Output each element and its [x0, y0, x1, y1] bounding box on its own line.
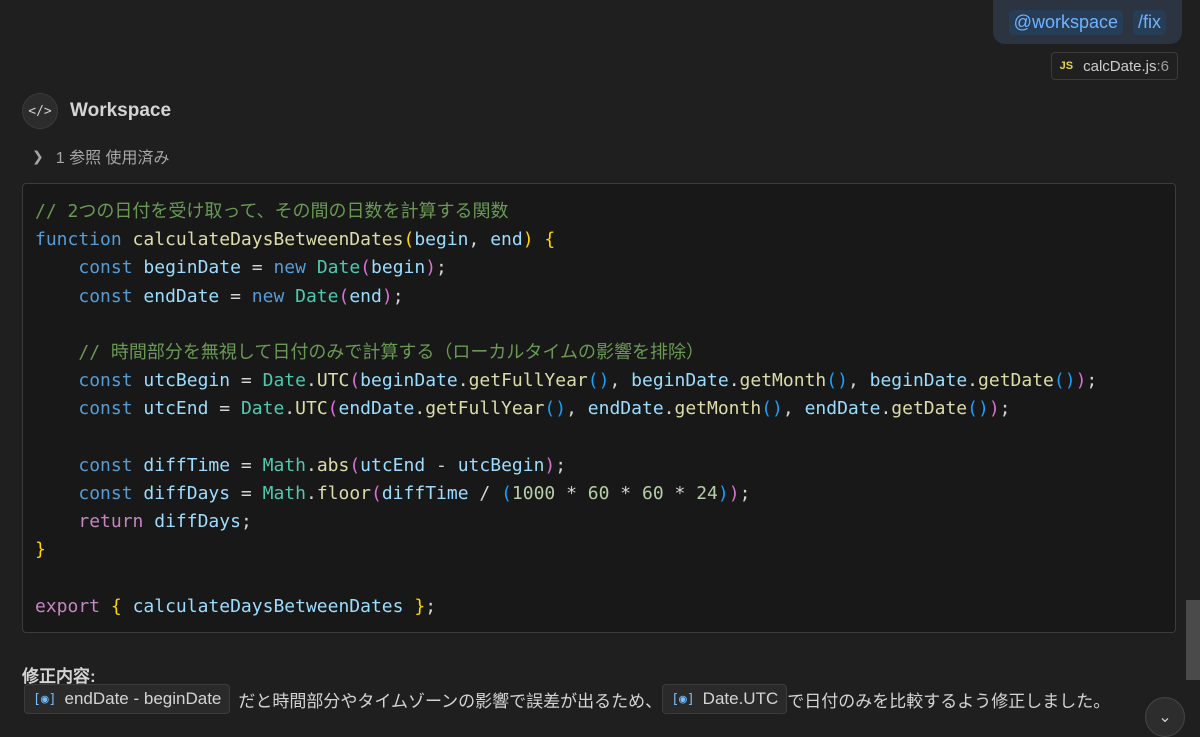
code-line: const diffTime = Math.abs(utcEnd - utcBe… [78, 454, 567, 476]
command-chip[interactable]: /fix [1132, 9, 1166, 35]
symbol-icon: [◉] [671, 691, 695, 707]
code-line: return diffDays; [78, 511, 252, 533]
workspace-name: Workspace [70, 100, 172, 121]
summary-text: [◉] endDate - beginDate だと時間部分やタイムゾーンの影響… [24, 684, 1110, 714]
file-reference[interactable]: JS calcDate.js:6 [1050, 52, 1178, 80]
references-toggle[interactable]: ❯ 1 参照 使用済み [32, 144, 170, 168]
code-line: } [35, 539, 46, 561]
code-icon: </> [22, 93, 58, 129]
js-file-icon: JS [1059, 60, 1074, 72]
chevron-down-icon: ⌄ [1158, 709, 1172, 726]
code-line: const diffDays = Math.floor(diffTime / (… [78, 482, 751, 504]
code-line: export { calculateDaysBetweenDates }; [35, 595, 437, 617]
symbol-icon: [◉] [33, 691, 57, 707]
code-line: const utcEnd = Date.UTC(endDate.getFullY… [78, 398, 1011, 420]
references-label: 1 参照 使用済み [55, 150, 170, 167]
code-line: const beginDate = new Date(begin); [78, 257, 447, 279]
summary-text-part: だと時間部分やタイムゾーンの影響で誤差が出るため、 [238, 691, 663, 711]
user-request-bubble: @workspace /fix [992, 0, 1182, 44]
scroll-down-button[interactable]: ⌄ [1145, 697, 1185, 737]
scrollbar-thumb[interactable] [1186, 600, 1200, 680]
workspace-header: </> Workspace [22, 93, 171, 129]
code-line: const utcBegin = Date.UTC(beginDate.getF… [78, 370, 1098, 392]
agent-chip[interactable]: @workspace [1008, 9, 1123, 35]
file-name: calcDate.js [1083, 57, 1157, 75]
code-line: const endDate = new Date(end); [78, 285, 404, 307]
symbol-chip[interactable]: [◉] Date.UTC [662, 684, 788, 714]
file-line: :6 [1156, 57, 1169, 75]
chevron-right-icon: ❯ [32, 147, 44, 164]
symbol-chip-label: endDate - beginDate [64, 689, 222, 708]
code-line: function calculateDaysBetweenDates(begin… [35, 229, 556, 251]
code-line: // 2つの日付を受け取って、その間の日数を計算する関数 [35, 201, 509, 222]
symbol-chip-label: Date.UTC [702, 689, 779, 708]
summary-text-part: で日付のみを比較するよう修正しました。 [787, 691, 1111, 711]
symbol-chip[interactable]: [◉] endDate - beginDate [24, 684, 231, 714]
code-line: // 時間部分を無視して日付のみで計算する（ローカルタイムの影響を排除） [78, 341, 704, 363]
code-block[interactable]: // 2つの日付を受け取って、その間の日数を計算する関数 function ca… [22, 183, 1176, 633]
